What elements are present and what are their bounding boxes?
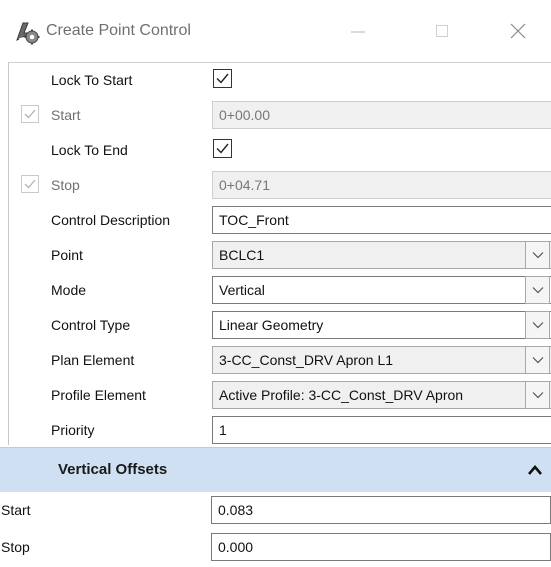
offset-start-input[interactable]: 0.083	[211, 496, 551, 524]
plan-element-dropdown-button[interactable]	[525, 346, 550, 374]
stop-label: Stop	[51, 177, 80, 193]
lock-to-start-label: Lock To Start	[51, 72, 133, 88]
mode-dropdown-button[interactable]	[525, 276, 550, 304]
control-type-label: Control Type	[51, 317, 131, 333]
chevron-down-icon	[532, 322, 543, 329]
lock-to-end-row: Lock To End	[9, 133, 551, 168]
title-bar: Create Point Control	[0, 0, 551, 62]
plan-element-select[interactable]: 3-CC_Const_DRV Apron L1	[212, 346, 551, 374]
point-row: Point BCLC1	[9, 238, 551, 273]
maximize-icon	[436, 25, 448, 37]
control-description-label: Control Description	[51, 212, 171, 228]
control-description-row: Control Description TOC_Front	[9, 203, 551, 238]
vertical-offsets-title: Vertical Offsets	[58, 461, 168, 478]
minimize-button[interactable]	[338, 14, 378, 48]
lock-to-end-label: Lock To End	[51, 142, 128, 158]
close-icon	[510, 23, 526, 39]
point-dropdown-button[interactable]	[525, 241, 550, 269]
check-icon	[216, 73, 229, 84]
control-description-input[interactable]: TOC_Front	[212, 206, 551, 234]
offset-start-label: Start	[1, 502, 31, 518]
chevron-down-icon	[532, 252, 543, 259]
lock-to-start-checkbox[interactable]	[213, 69, 232, 88]
control-type-dropdown-button[interactable]	[525, 311, 550, 339]
create-point-control-icon	[14, 19, 40, 45]
priority-row: Priority 1	[9, 413, 551, 448]
point-label: Point	[51, 247, 83, 263]
check-icon	[24, 109, 36, 119]
profile-element-dropdown-button[interactable]	[525, 381, 550, 409]
point-control-form: Lock To Start Start 0+00.00 Lock To End	[8, 62, 551, 445]
mode-select[interactable]: Vertical	[212, 276, 551, 304]
offset-start-row: Start 0.083	[0, 492, 551, 529]
profile-element-label: Profile Element	[51, 387, 146, 403]
chevron-down-icon	[532, 392, 543, 399]
start-label: Start	[51, 107, 81, 123]
chevron-down-icon	[532, 287, 543, 294]
window-title: Create Point Control	[46, 22, 191, 39]
stop-row: Stop 0+04.71	[9, 168, 551, 203]
stop-station-field[interactable]: 0+04.71	[212, 171, 551, 199]
mode-row: Mode Vertical	[9, 273, 551, 308]
offset-stop-label: Stop	[1, 539, 30, 555]
control-type-select[interactable]: Linear Geometry	[212, 311, 551, 339]
lock-to-start-row: Lock To Start	[9, 63, 551, 98]
start-enable-checkbox[interactable]	[21, 105, 39, 123]
stop-enable-checkbox[interactable]	[21, 175, 39, 193]
lock-to-end-checkbox[interactable]	[213, 139, 232, 158]
maximize-button[interactable]	[422, 14, 462, 48]
priority-input[interactable]: 1	[212, 416, 551, 444]
check-icon	[216, 143, 229, 154]
profile-element-row: Profile Element Active Profile: 3-CC_Con…	[9, 378, 551, 413]
start-row: Start 0+00.00	[9, 98, 551, 133]
close-button[interactable]	[498, 14, 538, 48]
priority-label: Priority	[51, 422, 95, 438]
vertical-offsets-header[interactable]: Vertical Offsets	[0, 447, 551, 492]
plan-element-label: Plan Element	[51, 352, 135, 368]
offset-stop-row: Stop 0.000	[0, 529, 551, 566]
plan-element-row: Plan Element 3-CC_Const_DRV Apron L1	[9, 343, 551, 378]
minimize-icon	[351, 31, 365, 33]
check-icon	[24, 179, 36, 189]
profile-element-select[interactable]: Active Profile: 3-CC_Const_DRV Apron	[212, 381, 551, 409]
chevron-up-icon[interactable]	[527, 463, 543, 477]
control-type-row: Control Type Linear Geometry	[9, 308, 551, 343]
mode-label: Mode	[51, 282, 87, 298]
point-select[interactable]: BCLC1	[212, 241, 551, 269]
start-station-field[interactable]: 0+00.00	[212, 101, 551, 129]
offset-stop-input[interactable]: 0.000	[211, 533, 551, 561]
chevron-down-icon	[532, 357, 543, 364]
